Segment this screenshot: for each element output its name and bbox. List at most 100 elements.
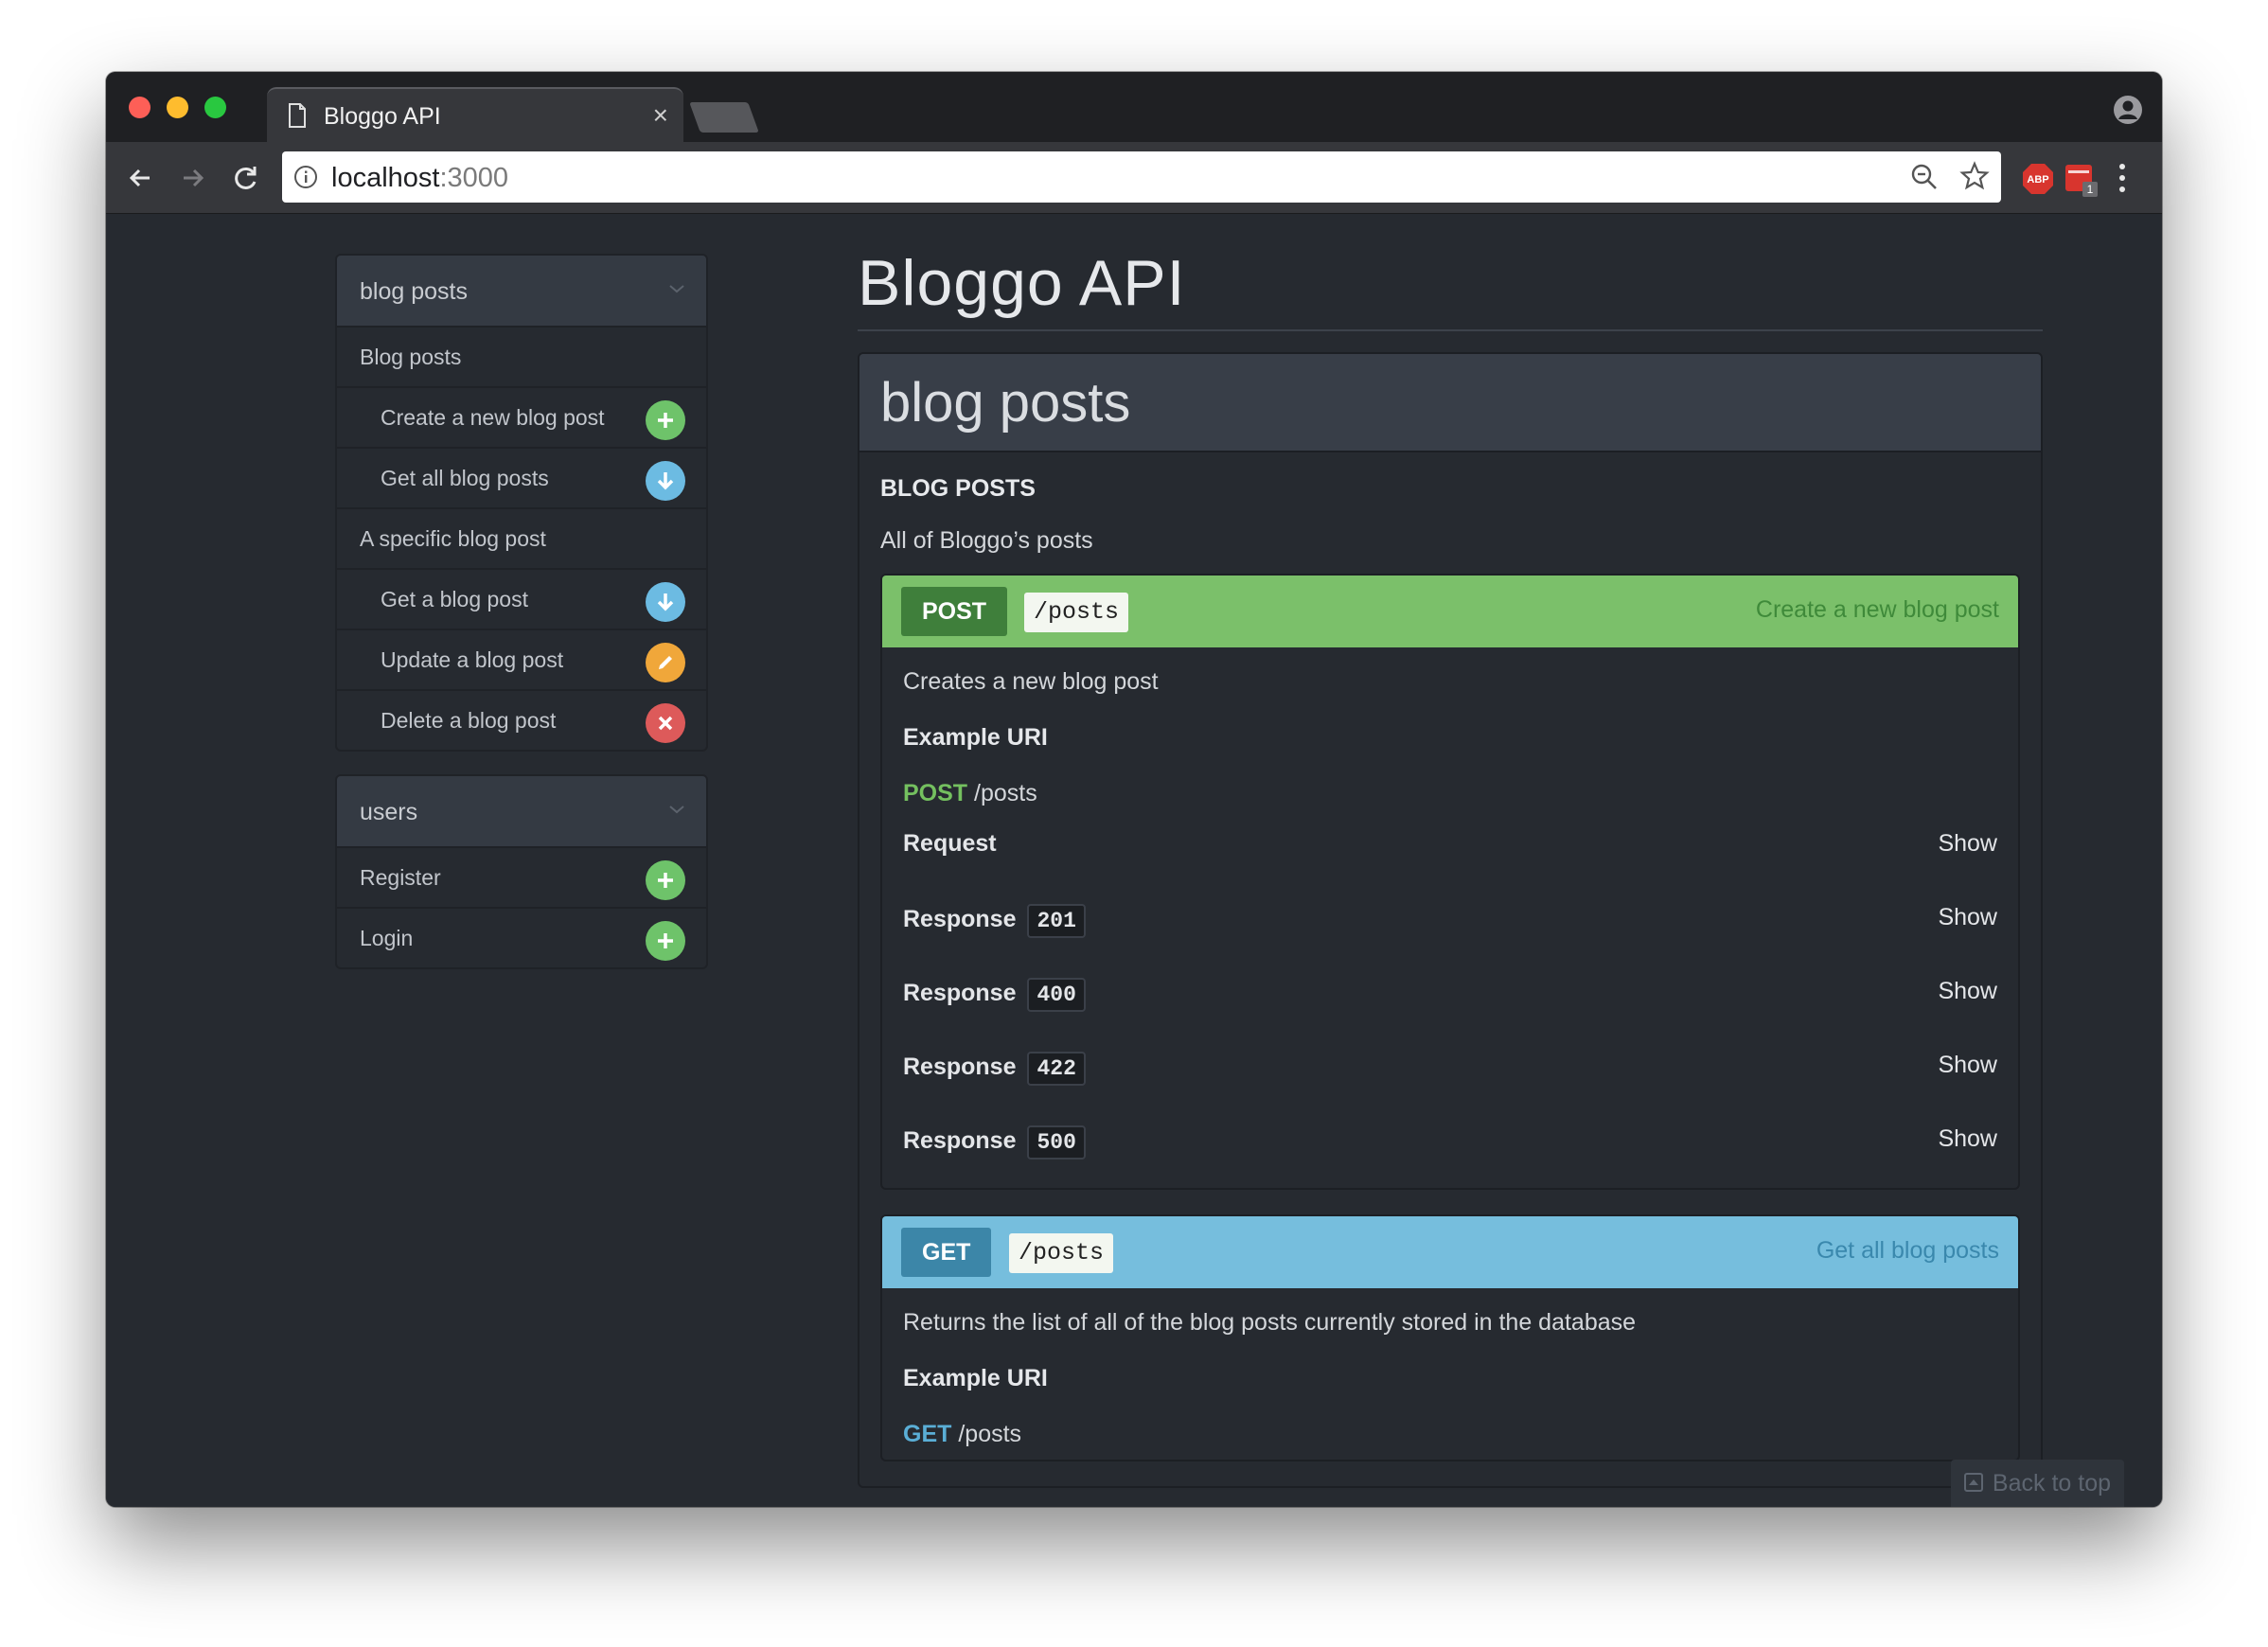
close-icon (646, 703, 685, 743)
resource-header: blog posts (859, 354, 2041, 452)
extension-icon[interactable]: 1 (2064, 161, 2101, 199)
nav-item-delete-blog-post[interactable]: Delete a blog post (337, 689, 706, 750)
show-toggle[interactable]: Show (1938, 904, 1997, 931)
show-toggle[interactable]: Show (1938, 978, 1997, 1005)
address-bar[interactable]: localhost:3000 (282, 151, 2001, 203)
back-to-top-button[interactable]: Back to top (1950, 1460, 2124, 1507)
request-row: Request Show (903, 807, 1997, 881)
browser-tab[interactable]: Bloggo API × (267, 87, 683, 144)
example-uri-label: Example URI (903, 1365, 1048, 1391)
forward-arrow-icon[interactable] (174, 159, 212, 197)
sidebar: blog posts Blog posts Create a new blog … (335, 254, 708, 992)
close-window-button[interactable] (129, 97, 151, 118)
chevron-down-icon (669, 285, 684, 293)
browser-window: Bloggo API × localhost:3000 ABP 1 blog p… (106, 72, 2162, 1507)
row-label: Response 400 (903, 978, 1086, 1012)
back-to-top-label: Back to top (1992, 1470, 2111, 1496)
arrow-up-box-icon (1963, 1473, 1983, 1492)
nav-item-specific-blog-post-section[interactable]: A specific blog post (337, 507, 706, 568)
adblock-icon[interactable]: ABP (2022, 163, 2054, 195)
status-code-badge: 422 (1027, 1052, 1086, 1086)
maximize-window-button[interactable] (204, 97, 226, 118)
status-code-badge: 500 (1027, 1125, 1086, 1160)
download-icon (646, 461, 685, 501)
svg-text:1: 1 (2087, 183, 2094, 196)
nav-item-register[interactable]: Register (337, 846, 706, 907)
minimize-window-button[interactable] (167, 97, 188, 118)
action-body: Creates a new blog post Example URI POST… (882, 647, 2018, 1188)
show-toggle[interactable]: Show (1938, 1125, 1997, 1153)
download-icon (646, 582, 685, 622)
nav-item-label: Delete a blog post (381, 708, 557, 733)
nav-item-login[interactable]: Login (337, 907, 706, 967)
show-toggle[interactable]: Show (1938, 830, 1997, 858)
nav-item-update-blog-post[interactable]: Update a blog post (337, 629, 706, 689)
nav-item-label: Create a new blog post (381, 405, 605, 430)
zoom-icon[interactable] (1910, 163, 1939, 191)
reload-icon[interactable] (227, 159, 265, 197)
method-badge: POST (901, 587, 1008, 636)
nav-item-get-blog-post[interactable]: Get a blog post (337, 568, 706, 629)
url-text[interactable]: localhost:3000 (331, 163, 508, 194)
nav-item-label: A specific blog post (360, 526, 546, 551)
nav-group-users: users Register Login (335, 774, 708, 969)
resource-blog-posts: blog posts BLOG POSTS All of Bloggo’s po… (858, 352, 2043, 1488)
action-title[interactable]: Get all blog posts (1816, 1237, 1999, 1265)
back-arrow-icon[interactable] (121, 159, 159, 197)
more-menu-icon[interactable] (2117, 161, 2128, 195)
bookmark-star-icon[interactable] (1959, 161, 1990, 191)
tab-title: Bloggo API (324, 103, 441, 130)
method-badge: GET (901, 1228, 992, 1277)
resource-group-name: BLOG POSTS (880, 475, 1036, 502)
page-viewport: blog posts Blog posts Create a new blog … (106, 214, 2162, 1507)
plus-icon (646, 921, 685, 961)
nav-item-get-all-blog-posts[interactable]: Get all blog posts (337, 447, 706, 507)
plus-icon (646, 860, 685, 900)
title-divider (858, 329, 2043, 331)
action-create-blog-post: POST /posts Create a new blog post Creat… (880, 574, 2020, 1190)
nav-item-create-blog-post[interactable]: Create a new blog post (337, 386, 706, 447)
row-label: Response 500 (903, 1125, 1086, 1160)
nav-item-blog-posts-section[interactable]: Blog posts (337, 326, 706, 386)
nav-item-label: Blog posts (360, 345, 462, 369)
action-description: Returns the list of all of the blog post… (903, 1309, 1637, 1336)
browser-toolbar: localhost:3000 ABP 1 (106, 142, 2162, 214)
nav-item-label: Register (360, 865, 441, 890)
action-title[interactable]: Create a new blog post (1756, 596, 1999, 624)
title-bar: Bloggo API × (106, 72, 2162, 144)
example-uri-label: Example URI (903, 724, 1048, 751)
new-tab-button[interactable] (689, 102, 759, 133)
tab-close-icon[interactable]: × (653, 100, 668, 131)
row-label: Response 422 (903, 1052, 1086, 1086)
info-icon[interactable] (293, 165, 318, 189)
response-row: Response 400 Show (903, 955, 1997, 1029)
pencil-icon (646, 643, 685, 682)
nav-item-label: Login (360, 926, 414, 950)
response-row: Response 201 Show (903, 881, 1997, 955)
example-uri: GET /posts (903, 1421, 1022, 1447)
nav-group-title: blog posts (360, 278, 468, 305)
action-get-all-blog-posts: GET /posts Get all blog posts Returns th… (880, 1214, 2020, 1461)
show-toggle[interactable]: Show (1938, 1052, 1997, 1079)
plus-icon (646, 400, 685, 440)
profile-icon[interactable] (2113, 95, 2143, 125)
uri-badge: /posts (1024, 593, 1129, 632)
status-code-badge: 400 (1027, 978, 1086, 1012)
document-icon (289, 103, 306, 128)
action-body: Returns the list of all of the blog post… (882, 1288, 2018, 1460)
response-row: Response 500 Show (903, 1103, 1997, 1177)
resource-group-description: All of Bloggo’s posts (880, 527, 1093, 554)
row-label: Response 201 (903, 904, 1086, 938)
nav-group-header[interactable]: blog posts (337, 256, 706, 326)
nav-group-header[interactable]: users (337, 776, 706, 846)
status-code-badge: 201 (1027, 904, 1086, 938)
nav-group-blog-posts: blog posts Blog posts Create a new blog … (335, 254, 708, 752)
resource-title: blog posts (880, 372, 1131, 434)
svg-text:ABP: ABP (2027, 174, 2048, 186)
action-header[interactable]: POST /posts Create a new blog post (882, 576, 2018, 647)
nav-group-title: users (360, 799, 418, 825)
main-content: Bloggo API blog posts BLOG POSTS All of … (858, 240, 2043, 1488)
action-header[interactable]: GET /posts Get all blog posts (882, 1216, 2018, 1288)
action-description: Creates a new blog post (903, 668, 1159, 695)
response-row: Response 422 Show (903, 1029, 1997, 1103)
